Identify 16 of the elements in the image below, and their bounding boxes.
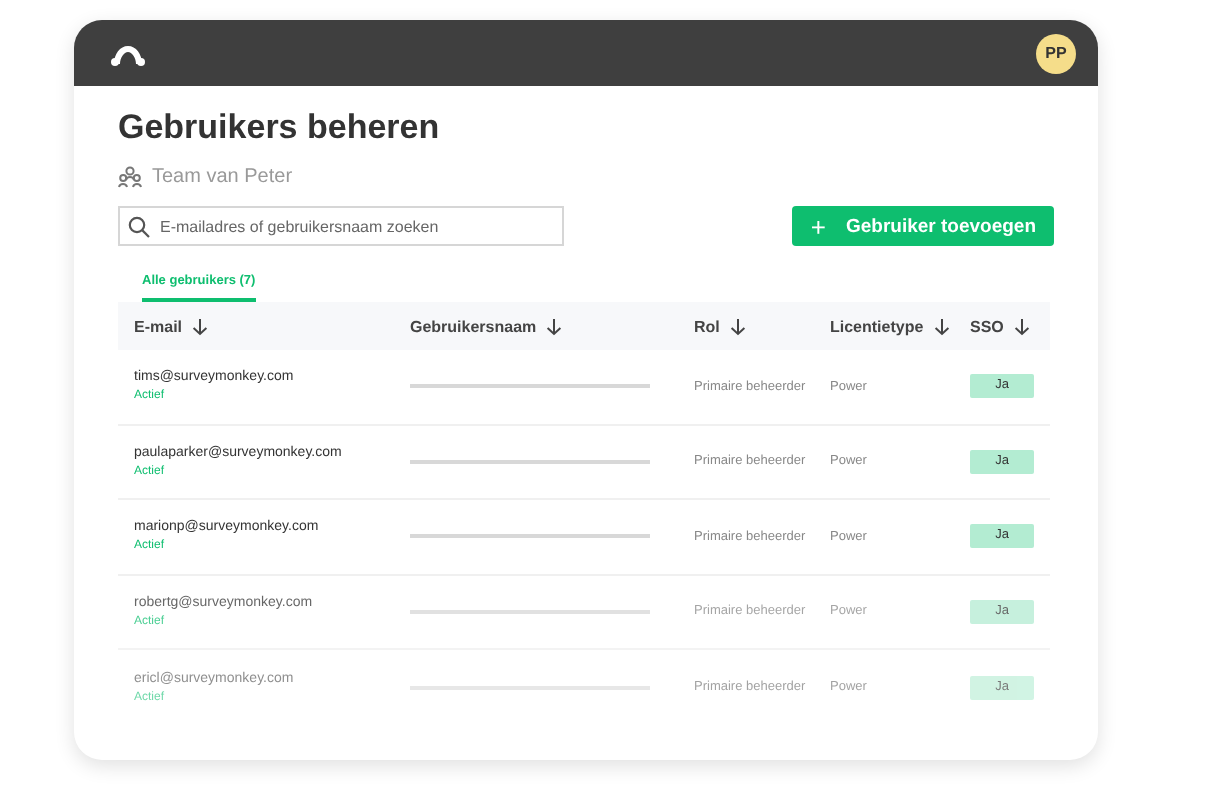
sort-arrow-icon[interactable] [1013,317,1030,335]
search-field[interactable]: E-mailadres of gebruikersnaam zoeken [118,206,564,246]
logo-icon [110,41,146,65]
sort-arrow-icon[interactable] [546,317,563,335]
column-header[interactable]: Rol [694,317,720,335]
user-avatar[interactable]: PP [1036,33,1076,73]
team-name: Team van Peter [152,166,293,188]
team-icon [118,166,142,188]
page-title: Gebruikers beheren [118,108,442,148]
sort-arrow-icon[interactable] [933,317,950,335]
column-header[interactable]: SSO [970,317,1004,335]
column-header[interactable]: Licentietype [830,317,924,335]
column-header[interactable]: E-mail [134,317,183,335]
sort-arrow-icon[interactable] [192,317,209,335]
sort-arrow-icon[interactable] [729,317,746,335]
column-header[interactable]: Gebruikersnaam [410,317,537,335]
